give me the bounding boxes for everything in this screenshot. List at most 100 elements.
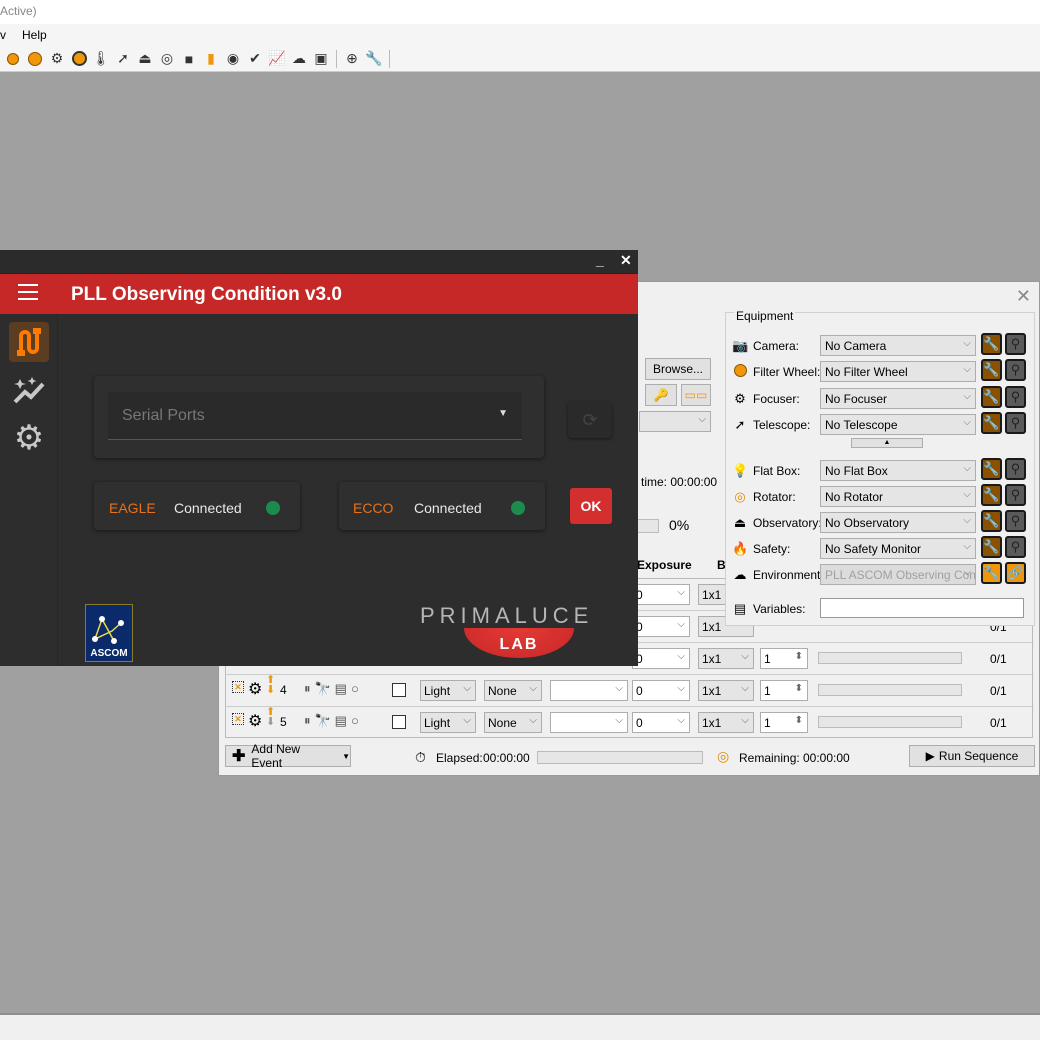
- observatory-settings-button[interactable]: 🔧: [981, 510, 1002, 532]
- binning-select[interactable]: 1x1 ⌵: [698, 712, 754, 733]
- camera-connect-button[interactable]: ⚲: [1005, 333, 1026, 355]
- frame-type-select[interactable]: Light ⌵: [420, 712, 476, 733]
- rotator-select[interactable]: No Rotator ⌵: [820, 486, 976, 507]
- filter-wheel-connect-button[interactable]: ⚲: [1005, 359, 1026, 381]
- exposure-select[interactable]: 0 ⌵: [632, 616, 690, 637]
- exposure-select[interactable]: 0 ⌵: [632, 680, 690, 701]
- focuser-settings-button[interactable]: 🔧: [981, 386, 1002, 408]
- sidebar-item-connection[interactable]: [9, 322, 49, 362]
- observatory-connect-button[interactable]: ⚲: [1005, 510, 1026, 532]
- camera-settings-button[interactable]: 🔧: [981, 333, 1002, 355]
- safety-icon[interactable]: ▮: [200, 48, 222, 70]
- row-actions-icons[interactable]: ⏸🔭▤○: [304, 681, 363, 697]
- row-checkbox[interactable]: [392, 683, 406, 697]
- refresh-button[interactable]: ⟳: [568, 402, 612, 438]
- exposure-select[interactable]: 0 ⌵: [632, 712, 690, 733]
- telescope-connect-button[interactable]: ⚲: [1005, 412, 1026, 434]
- exposure-select[interactable]: 0 ⌵: [632, 584, 690, 605]
- sidebar-item-settings[interactable]: ⚙: [9, 418, 49, 458]
- key-icon: 🔑: [653, 388, 669, 402]
- run-sequence-button[interactable]: ▶ Run Sequence: [909, 745, 1035, 767]
- minimize-button[interactable]: _: [596, 252, 604, 268]
- focuser-icon[interactable]: ⚙: [46, 48, 68, 70]
- filter-wheel-select[interactable]: No Filter Wheel ⌵: [820, 361, 976, 382]
- count-stepper[interactable]: 1 ⬍: [760, 648, 808, 669]
- temperature-icon[interactable]: 🌡: [90, 48, 112, 70]
- safety-select[interactable]: No Safety Monitor ⌵: [820, 538, 976, 559]
- telescope-icon[interactable]: ➚: [112, 48, 134, 70]
- observatory-icon[interactable]: ⏏: [134, 48, 156, 70]
- wrench-icon: 🔧: [983, 461, 1000, 476]
- filter-select[interactable]: None ⌵: [484, 712, 542, 733]
- telescope-select[interactable]: No Telescope ⌵: [820, 414, 976, 435]
- target-select[interactable]: ⌵: [550, 680, 628, 701]
- caret-up-icon: ▲: [883, 439, 891, 446]
- collapse-button[interactable]: ▲: [851, 438, 923, 448]
- menu-view[interactable]: v: [0, 28, 6, 42]
- move-row-icon[interactable]: ⬆ ⬇: [266, 707, 275, 728]
- variables-input[interactable]: [820, 598, 1024, 618]
- rotator-settings-button[interactable]: 🔧: [981, 484, 1002, 506]
- environment-connect-button[interactable]: 🔗: [1005, 562, 1026, 584]
- row-settings-icon[interactable]: ⚙: [248, 679, 262, 699]
- profile-select[interactable]: ⌵: [639, 411, 711, 432]
- exposure-select[interactable]: 0 ⌵: [632, 648, 690, 669]
- safety-connect-button[interactable]: ⚲: [1005, 536, 1026, 558]
- count-stepper[interactable]: 1 ⬍: [760, 712, 808, 733]
- help-icon[interactable]: ⊕: [341, 48, 363, 70]
- spinner-icon[interactable]: ⬍: [795, 715, 803, 726]
- environment-settings-button[interactable]: 🔧: [981, 562, 1002, 584]
- equipment-row-observatory: ⏏ Observatory: No Observatory ⌵ 🔧 ⚲: [726, 510, 1036, 536]
- frame-type-select[interactable]: Light ⌵: [420, 680, 476, 701]
- row-checkbox[interactable]: [392, 715, 406, 729]
- glasses-button[interactable]: ▭▭: [681, 384, 711, 406]
- camera-select[interactable]: No Camera ⌵: [820, 335, 976, 356]
- telescope-settings-button[interactable]: 🔧: [981, 412, 1002, 434]
- delete-row-icon[interactable]: ✕: [232, 713, 244, 725]
- observatory-select[interactable]: No Observatory ⌵: [820, 512, 976, 533]
- count-stepper[interactable]: 1 ⬍: [760, 680, 808, 701]
- spinner-icon[interactable]: ⬍: [795, 651, 803, 662]
- rotator-icon[interactable]: ◎: [156, 48, 178, 70]
- flat-box-settings-button[interactable]: 🔧: [981, 458, 1002, 480]
- move-row-icon[interactable]: ⬆ ⬇: [266, 675, 275, 696]
- browse-button[interactable]: Browse...: [645, 358, 711, 380]
- auto-focus-icon[interactable]: [68, 48, 90, 70]
- close-button[interactable]: ✕: [620, 252, 632, 269]
- binning-select[interactable]: 1x1 ⌵: [698, 680, 754, 701]
- binning-select[interactable]: 1x1 ⌵: [698, 648, 754, 669]
- filter-select[interactable]: None ⌵: [484, 680, 542, 701]
- close-icon[interactable]: ✕: [1016, 286, 1031, 307]
- row-actions-icons[interactable]: ⏸🔭▤○: [304, 713, 363, 729]
- spinner-icon[interactable]: ⬍: [795, 683, 803, 694]
- hamburger-menu-icon[interactable]: [18, 284, 38, 300]
- sidebar-item-conditions[interactable]: [9, 370, 49, 410]
- add-new-event-button[interactable]: ✚ Add New Event ▼: [225, 742, 351, 770]
- environment-select[interactable]: PLL ASCOM Observing Con ⌵: [820, 564, 976, 585]
- weather-icon[interactable]: ☁: [288, 48, 310, 70]
- chart-icon[interactable]: 📈: [266, 48, 288, 70]
- flat-box-select[interactable]: No Flat Box ⌵: [820, 460, 976, 481]
- ok-button[interactable]: OK: [570, 488, 612, 524]
- delete-row-icon[interactable]: ✕: [232, 681, 244, 693]
- filter-wheel-icon[interactable]: [24, 48, 46, 70]
- flat-box-icon[interactable]: ■: [178, 48, 200, 70]
- filter-wheel-icon[interactable]: [2, 48, 24, 70]
- menu-help[interactable]: Help: [22, 28, 47, 42]
- filter-wheel-settings-button[interactable]: 🔧: [981, 359, 1002, 381]
- flat-box-icon: 💡: [732, 463, 749, 478]
- row-settings-icon[interactable]: ⚙: [248, 711, 262, 731]
- serial-ports-select[interactable]: Serial Ports ▼: [108, 392, 522, 440]
- safety-settings-button[interactable]: 🔧: [981, 536, 1002, 558]
- focuser-select[interactable]: No Focuser ⌵: [820, 388, 976, 409]
- target-select[interactable]: ⌵: [550, 712, 628, 733]
- checklist-icon[interactable]: ✔: [244, 48, 266, 70]
- target-icon[interactable]: ◉: [222, 48, 244, 70]
- framing-icon[interactable]: ▣: [310, 48, 332, 70]
- focuser-connect-button[interactable]: ⚲: [1005, 386, 1026, 408]
- rotator-connect-button[interactable]: ⚲: [1005, 484, 1026, 506]
- tools-icon[interactable]: 🔧: [363, 48, 385, 70]
- key-button[interactable]: 🔑: [645, 384, 677, 406]
- flat-box-connect-button[interactable]: ⚲: [1005, 458, 1026, 480]
- wrench-icon: 🔧: [983, 513, 1000, 528]
